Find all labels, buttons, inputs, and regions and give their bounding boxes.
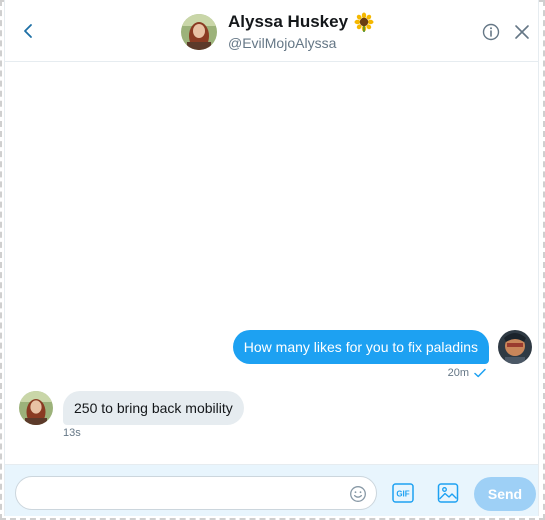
message-timestamp: 20m (447, 367, 469, 379)
dm-window: Alyssa Huskey @EvilMojoAlyssa How many l… (4, 0, 539, 516)
message-input-container[interactable] (15, 476, 377, 510)
chevron-left-icon (24, 24, 32, 38)
image-button[interactable] (437, 482, 459, 504)
close-icon (515, 25, 529, 39)
emoji-button[interactable] (349, 485, 367, 503)
image-icon (437, 483, 459, 503)
send-button[interactable]: Send (474, 477, 536, 511)
message-list[interactable]: How many likes for you to fix paladins 2… (5, 63, 538, 464)
avatar[interactable] (19, 391, 53, 425)
name-row: Alyssa Huskey (228, 12, 374, 32)
outgoing-message-meta: 20m (448, 367, 486, 379)
conversation-header: Alyssa Huskey @EvilMojoAlyssa (5, 0, 538, 62)
participant-text: Alyssa Huskey @EvilMojoAlyssa (228, 12, 374, 52)
gif-button[interactable]: GIF (392, 483, 414, 503)
smiley-icon (350, 486, 366, 502)
avatar[interactable] (498, 330, 532, 364)
display-name: Alyssa Huskey (228, 12, 349, 31)
incoming-message-bubble[interactable]: 250 to bring back mobility (63, 391, 244, 425)
participant-info[interactable]: Alyssa Huskey @EvilMojoAlyssa (181, 12, 374, 52)
info-button[interactable] (481, 22, 501, 42)
info-icon (482, 23, 500, 41)
close-button[interactable] (513, 23, 531, 41)
message-input[interactable] (28, 483, 344, 505)
message-timestamp: 13s (63, 427, 81, 439)
svg-text:GIF: GIF (396, 490, 409, 499)
checkmark-icon (474, 368, 486, 378)
gif-icon: GIF (392, 483, 414, 503)
message-composer: GIF Send (5, 464, 538, 516)
user-handle: @EvilMojoAlyssa (228, 35, 337, 51)
back-button[interactable] (17, 18, 39, 44)
outgoing-message-bubble[interactable]: How many likes for you to fix paladins (232, 330, 489, 364)
avatar (181, 14, 217, 50)
sunflower-icon (354, 12, 374, 32)
